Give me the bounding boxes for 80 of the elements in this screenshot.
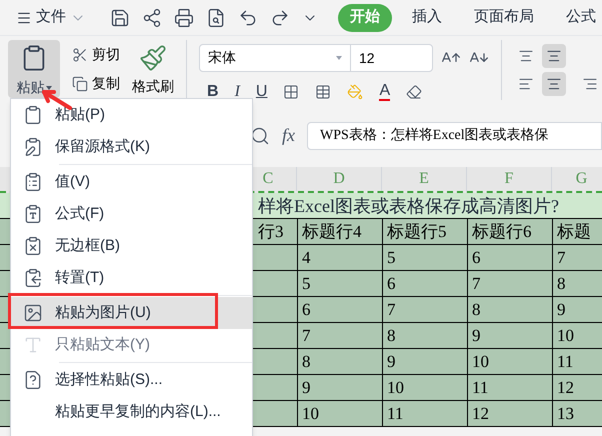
table-cell-text: 8 <box>557 272 566 295</box>
menu-item[interactable]: 公式(F) <box>11 198 252 230</box>
table-cell-text: 12 <box>557 376 574 399</box>
align-middle-icon <box>542 44 566 68</box>
header-cell-text: 行3 <box>258 220 284 243</box>
ribbon-tab[interactable]: 插入 <box>400 4 454 32</box>
table-cell-text: 4 <box>302 246 310 269</box>
menu-item[interactable]: 保留源格式(K) <box>11 131 252 163</box>
table-cell-text: 11 <box>387 402 404 425</box>
copy-button[interactable]: 复制 <box>72 73 120 94</box>
copy-icon <box>72 76 88 92</box>
save-icon <box>110 8 130 28</box>
table-cell-text: 7 <box>302 324 310 347</box>
table-cell-text: 9 <box>387 350 396 373</box>
title-cell-text: 样将Excel图表或表格保存成高清图片? <box>258 195 559 218</box>
table-cell-text: 5 <box>302 272 310 295</box>
table-cell-text: 8 <box>472 298 480 321</box>
menu-item[interactable]: 选择性粘贴(S)... <box>11 364 252 396</box>
fill-color-icon <box>347 84 364 100</box>
preview-icon <box>206 8 226 28</box>
menu-item[interactable]: 无边框(B) <box>11 230 252 262</box>
menu-item[interactable]: 粘贴为图片(U) <box>11 297 252 329</box>
print-icon <box>174 8 194 28</box>
underline-button[interactable]: U <box>256 80 268 104</box>
table-cell-text: 10 <box>472 350 489 373</box>
paste-button[interactable]: 粘贴 <box>8 40 60 98</box>
table-cell-text: 9 <box>557 298 566 321</box>
table-cell-text: 9 <box>472 324 480 347</box>
caret-icon <box>46 86 52 90</box>
align-center-icon <box>542 72 566 96</box>
table-cell-text: 13 <box>557 402 574 425</box>
table-cell-text: 10 <box>387 376 404 399</box>
menu-item[interactable]: 粘贴(P) <box>11 99 252 131</box>
text-icon <box>23 335 43 355</box>
borders-icon <box>283 84 300 100</box>
table-cell-text: 7 <box>387 298 396 321</box>
fx-label: fx <box>282 124 295 147</box>
undo-icon <box>238 8 258 28</box>
scissors-icon <box>72 46 88 62</box>
table-cell-text: 8 <box>302 350 310 373</box>
formula-input[interactable]: WPS表格：怎样将Excel图表或表格保 <box>307 122 602 150</box>
table-cell-text: 6 <box>387 272 396 295</box>
table-icon <box>315 84 332 100</box>
clipboard-copy-icon <box>23 268 43 288</box>
table-cell-text: 10 <box>302 402 319 425</box>
ribbon-tab[interactable]: 页面布局 <box>462 4 546 32</box>
font-color-button[interactable]: A <box>379 83 390 101</box>
clipboard-pen-icon <box>23 137 43 157</box>
format-painter-button[interactable]: 格式刷 <box>132 40 174 97</box>
file-question-icon <box>23 370 43 390</box>
paintbrush-icon <box>139 44 167 72</box>
clipboard-list-icon <box>23 172 43 192</box>
menu-item[interactable]: 转置(T) <box>11 262 252 294</box>
table-cell-text: 11 <box>557 350 574 373</box>
redo-icon <box>270 8 290 28</box>
table-cell-text: 12 <box>472 402 489 425</box>
image-icon <box>23 303 43 323</box>
table-cell-text: 5 <box>387 246 396 269</box>
table-cell-text: 6 <box>302 298 310 321</box>
table-cell-text: 6 <box>472 246 480 269</box>
clipboard-icon <box>23 105 43 125</box>
zoom-icon <box>250 126 270 146</box>
header-cell-text: 标题 <box>557 220 591 243</box>
header-cell-text: 标题行6 <box>472 220 532 243</box>
table-cell-text: 9 <box>302 376 310 399</box>
table-cell-text: 7 <box>472 272 480 295</box>
file-menu[interactable]: 文件 <box>16 6 86 29</box>
header-cell-text: 标题行5 <box>387 220 446 243</box>
table-cell-text: 10 <box>557 324 574 347</box>
eraser-icon <box>406 84 422 100</box>
clipboard-x-icon <box>23 236 43 256</box>
clipboard-type-icon <box>23 204 43 224</box>
share-icon <box>142 8 162 28</box>
table-cell-text: 7 <box>557 246 566 269</box>
ribbon-tab[interactable]: 公式 <box>554 4 602 32</box>
header-cell-text: 标题行4 <box>302 220 362 243</box>
table-cell-text: 11 <box>472 376 488 399</box>
menu-item[interactable]: 粘贴更早复制的内容(L)... <box>11 396 252 428</box>
cut-button[interactable]: 剪切 <box>72 44 120 65</box>
table-cell-text: 8 <box>387 324 396 347</box>
